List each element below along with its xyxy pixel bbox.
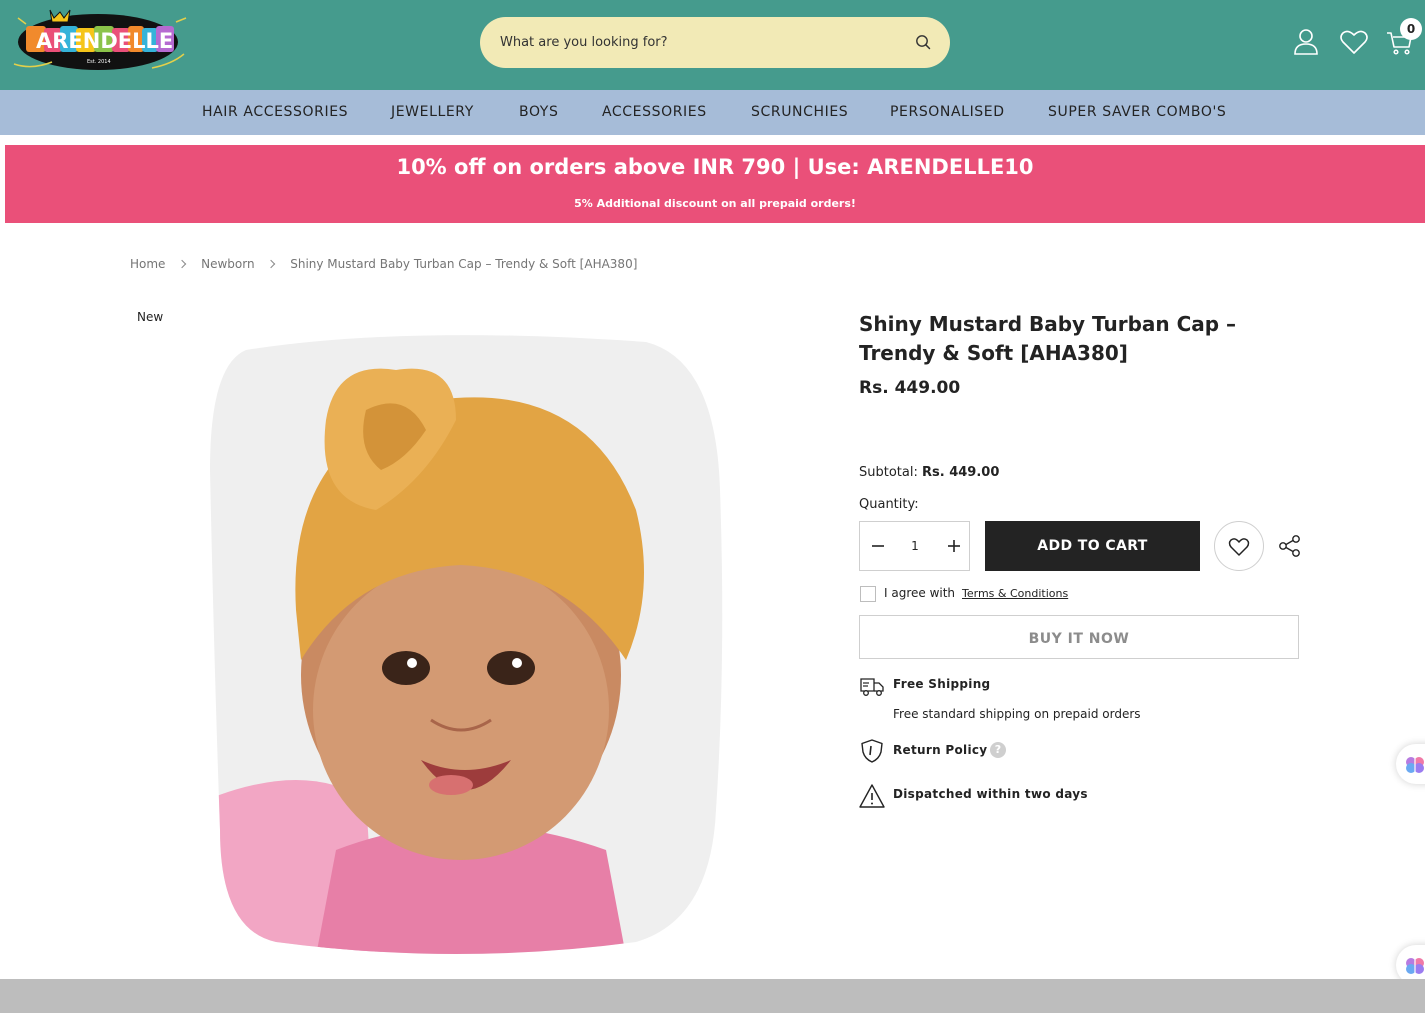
share-icon[interactable]: [1277, 533, 1303, 559]
free-shipping-description: Free standard shipping on prepaid orders: [893, 707, 1141, 721]
free-shipping-title: Free Shipping: [893, 677, 991, 691]
logo-established: Est. 2014: [87, 59, 111, 65]
search-bar: [480, 17, 950, 68]
footer-band: [0, 979, 1425, 1013]
nav-item-jewellery[interactable]: JEWELLERY: [391, 104, 474, 120]
help-icon[interactable]: ?: [990, 742, 1006, 758]
nav-item-hair-accessories[interactable]: HAIR ACCESSORIES: [202, 104, 348, 120]
heart-icon: [1228, 538, 1250, 556]
shield-icon: [861, 739, 883, 763]
nav-item-personalised[interactable]: PERSONALISED: [890, 104, 1005, 120]
nav-item-accessories[interactable]: ACCESSORIES: [602, 104, 707, 120]
promo-headline: 10% off on orders above INR 790 | Use: A…: [396, 155, 1034, 179]
dispatch-info-title: Dispatched within two days: [893, 787, 1088, 801]
breadcrumb: Home Newborn Shiny Mustard Baby Turban C…: [130, 256, 637, 274]
main-navigation: HAIR ACCESSORIES JEWELLERY BOYS ACCESSOR…: [0, 90, 1425, 135]
account-icon[interactable]: [1290, 26, 1322, 58]
agree-label: I agree with: [884, 586, 956, 600]
warning-icon: [859, 784, 885, 808]
floating-widget-top[interactable]: [1396, 744, 1425, 784]
minus-icon[interactable]: [862, 522, 894, 570]
truck-icon: [860, 678, 884, 696]
search-input[interactable]: [500, 31, 900, 53]
arendelle-logo[interactable]: ARENDELLE Est. 2014: [12, 4, 190, 72]
add-to-wishlist-button[interactable]: [1214, 521, 1264, 571]
logo-wordmark: ARENDELLE: [36, 29, 173, 53]
chevron-right-icon: [178, 259, 187, 268]
product-price: Rs. 449.00: [859, 378, 961, 398]
cart-count-badge: 0: [1400, 18, 1422, 40]
buy-it-now-button[interactable]: BUY IT NOW: [859, 615, 1299, 659]
return-policy-title[interactable]: Return Policy: [893, 743, 987, 757]
terms-checkbox[interactable]: [860, 586, 876, 602]
quantity-label: Quantity:: [859, 497, 919, 512]
quantity-input[interactable]: [896, 535, 934, 557]
search-icon[interactable]: [914, 33, 932, 51]
product-title: Shiny Mustard Baby Turban Cap – Trendy &…: [859, 312, 1237, 365]
subtotal-label: Subtotal:: [859, 465, 918, 480]
promo-banner: 10% off on orders above INR 790 | Use: A…: [5, 145, 1425, 223]
nav-item-boys[interactable]: BOYS: [519, 104, 558, 120]
breadcrumb-newborn[interactable]: Newborn: [201, 257, 254, 271]
new-badge: New: [137, 310, 164, 324]
wishlist-icon[interactable]: [1338, 26, 1370, 58]
add-to-cart-button[interactable]: ADD TO CART: [985, 521, 1200, 571]
quantity-stepper: [859, 521, 970, 571]
nav-item-super-saver-combos[interactable]: SUPER SAVER COMBO'S: [1048, 104, 1226, 120]
chevron-right-icon: [267, 259, 276, 268]
breadcrumb-home[interactable]: Home: [130, 257, 165, 271]
nav-item-scrunchies[interactable]: SCRUNCHIES: [751, 104, 848, 120]
subtotal-value: Rs. 449.00: [922, 465, 1000, 480]
plus-icon[interactable]: [938, 522, 970, 570]
product-image[interactable]: [206, 330, 724, 956]
site-header: ARENDELLE Est. 2014 0: [0, 0, 1425, 90]
brain-icon: [1406, 958, 1424, 974]
promo-subline: 5% Additional discount on all prepaid or…: [574, 197, 856, 210]
brain-icon: [1406, 757, 1424, 773]
subtotal: Subtotal: Rs. 449.00: [859, 465, 999, 480]
breadcrumb-current: Shiny Mustard Baby Turban Cap – Trendy &…: [290, 256, 638, 271]
terms-link[interactable]: Terms & Conditions: [962, 587, 1068, 600]
